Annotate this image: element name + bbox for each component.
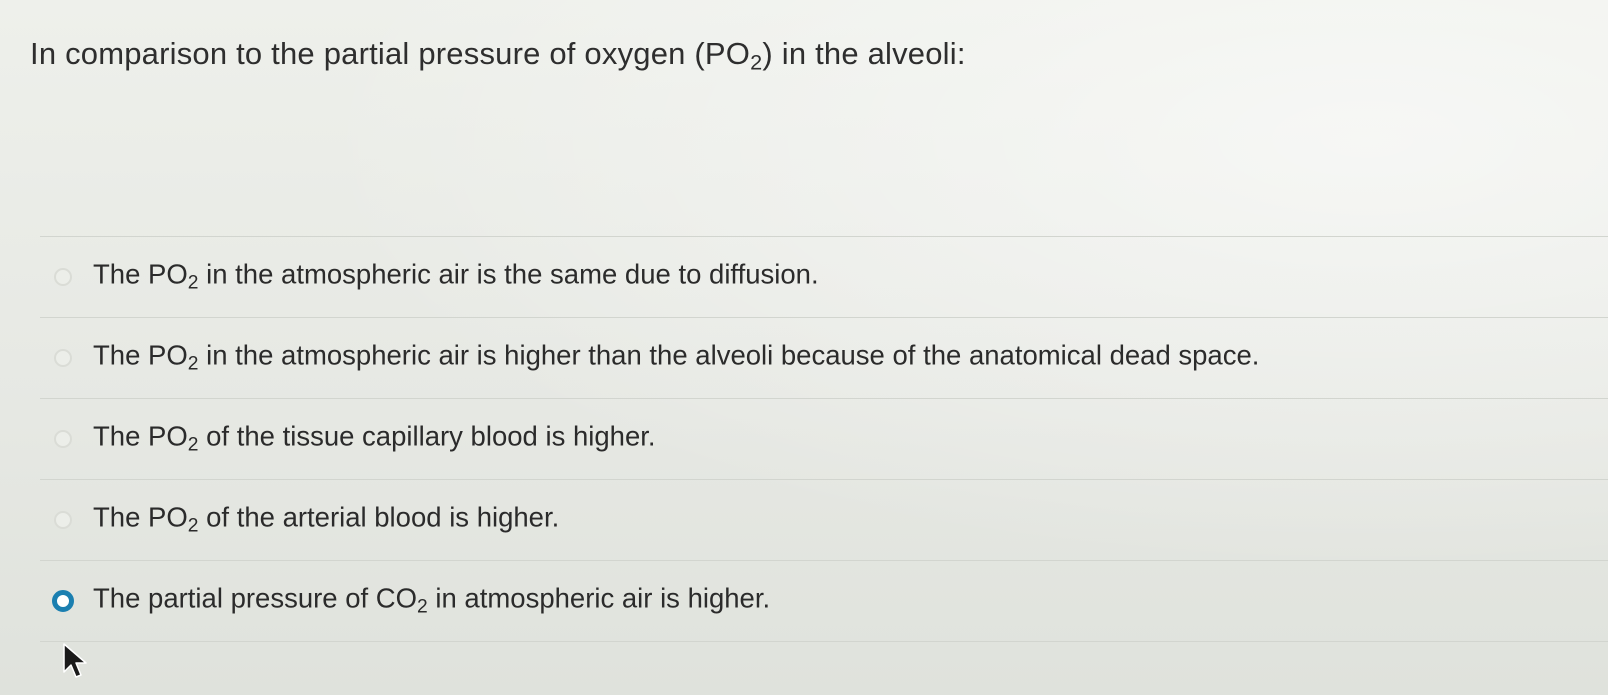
answer-option-2[interactable]: The PO2 in the atmospheric air is higher…: [40, 317, 1608, 398]
radio-button-icon[interactable]: [54, 511, 72, 529]
answer-option-label: The PO2 of the arterial blood is higher.: [93, 501, 560, 537]
answer-option-3[interactable]: The PO2 of the tissue capillary blood is…: [40, 398, 1608, 479]
question-subscript: 2: [750, 49, 763, 75]
answer-options: The PO2 in the atmospheric air is the sa…: [40, 236, 1608, 642]
answer-option-4[interactable]: The PO2 of the arterial blood is higher.: [40, 479, 1608, 560]
answer-option-5[interactable]: The partial pressure of CO2 in atmospher…: [40, 560, 1608, 642]
question-prefix: In comparison to the partial pressure of…: [30, 36, 751, 71]
question-suffix: ) in the alveoli:: [762, 36, 966, 71]
answer-option-label: The PO2 of the tissue capillary blood is…: [93, 420, 656, 456]
radio-button-icon[interactable]: [54, 430, 72, 448]
radio-button-icon[interactable]: [54, 349, 72, 367]
answer-option-1[interactable]: The PO2 in the atmospheric air is the sa…: [40, 236, 1608, 317]
answer-option-label: The partial pressure of CO2 in atmospher…: [93, 582, 771, 618]
question-text: In comparison to the partial pressure of…: [30, 36, 966, 75]
screen: In comparison to the partial pressure of…: [0, 0, 1608, 695]
mouse-pointer-icon: [63, 643, 87, 678]
answer-option-label: The PO2 in the atmospheric air is higher…: [93, 339, 1260, 375]
answer-option-label: The PO2 in the atmospheric air is the sa…: [93, 258, 819, 294]
radio-button-icon[interactable]: [54, 268, 72, 286]
radio-button-selected-icon[interactable]: [52, 590, 74, 612]
